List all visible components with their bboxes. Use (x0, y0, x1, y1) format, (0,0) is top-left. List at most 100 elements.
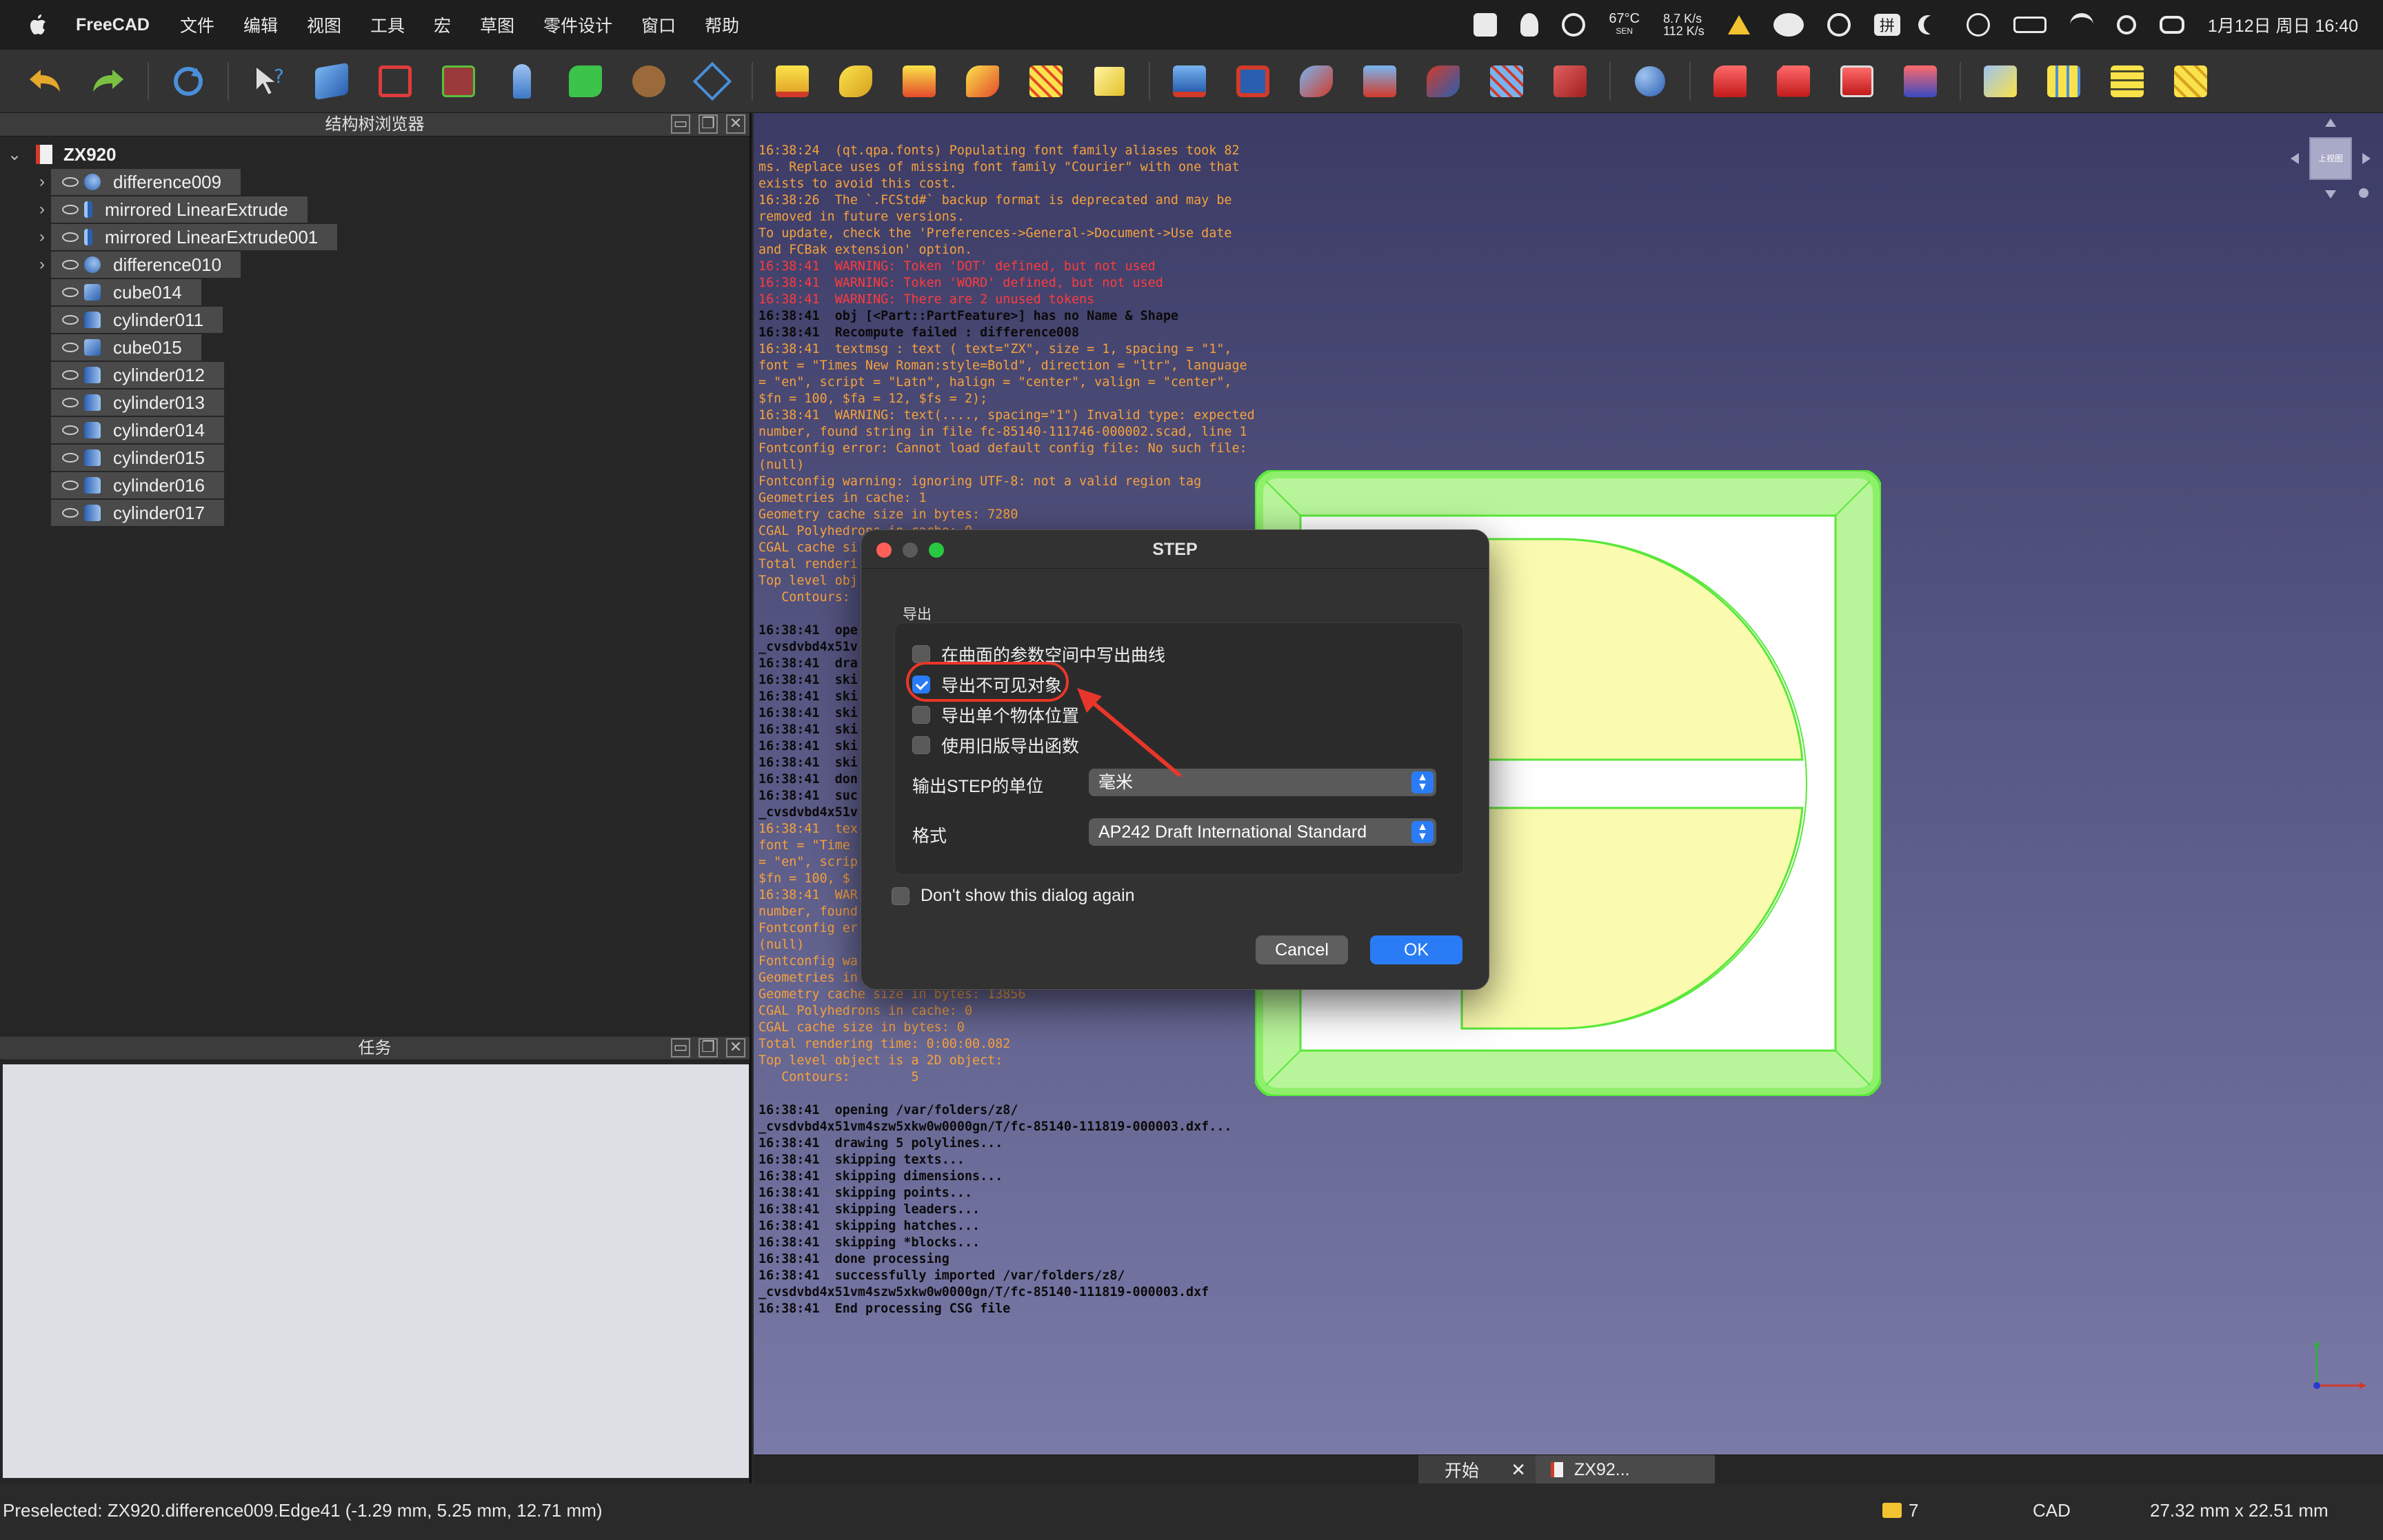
tree-item[interactable]: › mirrored LinearExtrude (0, 196, 308, 223)
pocket-button[interactable] (1165, 57, 1214, 105)
groove-button[interactable] (1292, 57, 1340, 105)
panel-float-button[interactable]: ❐ (698, 114, 718, 134)
close-icon[interactable]: ✕ (1511, 1459, 1526, 1481)
subtractive-primitive-button[interactable] (1546, 57, 1594, 105)
close-window-button[interactable] (876, 543, 892, 558)
eye-icon[interactable] (62, 425, 79, 435)
eye-icon[interactable] (62, 480, 79, 490)
eye-icon[interactable] (62, 232, 79, 242)
panel-close-button[interactable]: ✕ (726, 114, 745, 134)
cpu-temp[interactable]: 67°C SEN (1609, 12, 1640, 37)
navcube-arrow-right-icon[interactable] (2362, 153, 2371, 164)
menu-tools[interactable]: 工具 (370, 12, 405, 37)
hexagon-icon[interactable] (1562, 13, 1586, 37)
polar-pattern-button[interactable] (2103, 57, 2151, 105)
time-machine-icon[interactable] (1966, 13, 1990, 37)
chamfer-button[interactable] (1769, 57, 1818, 105)
eye-icon[interactable] (62, 205, 79, 214)
revolution-button[interactable] (832, 57, 880, 105)
part-button[interactable] (308, 57, 356, 105)
dont-show-again-option[interactable]: Don't show this dialog again (892, 886, 1135, 906)
undo-button[interactable] (21, 57, 69, 105)
eye-icon[interactable] (62, 370, 79, 380)
draft-button[interactable] (1833, 57, 1881, 105)
additive-loft-button[interactable] (895, 57, 943, 105)
tree-item[interactable]: › difference009 (0, 168, 241, 196)
menu-sketch[interactable]: 草图 (480, 12, 514, 37)
additive-helix-button[interactable] (1022, 57, 1070, 105)
tree-item[interactable]: cube015 (0, 334, 201, 361)
group-button[interactable] (371, 57, 419, 105)
person-button[interactable] (498, 57, 546, 105)
navcube-arrow-up-icon[interactable] (2325, 119, 2336, 127)
minimize-window-button[interactable] (903, 543, 918, 558)
tree-item[interactable]: cylinder017 (0, 499, 224, 527)
subtractive-loft-button[interactable] (1356, 57, 1404, 105)
tab-zx920[interactable]: ZX92... (1536, 1455, 1715, 1484)
option-legacy-export[interactable]: 使用旧版导出函数 (912, 733, 1079, 758)
app-menu[interactable]: FreeCAD (76, 15, 150, 35)
puzzle-button[interactable] (561, 57, 610, 105)
link-button[interactable] (434, 57, 483, 105)
boolean-button[interactable] (1626, 57, 1674, 105)
menu-window[interactable]: 窗口 (641, 12, 676, 37)
chevron-right-icon[interactable]: › (33, 227, 51, 247)
tab-start[interactable]: 开始 ✕ (1418, 1455, 1536, 1484)
bell-icon[interactable] (1520, 13, 1539, 37)
refresh-button[interactable] (164, 57, 212, 105)
chat-icon[interactable] (1827, 13, 1851, 37)
input-method[interactable]: 拼 (1873, 14, 1900, 36)
additive-primitive-button[interactable] (1085, 57, 1134, 105)
checkbox[interactable] (912, 736, 930, 754)
linear-pattern-button[interactable] (2040, 57, 2088, 105)
checkbox[interactable] (892, 886, 909, 905)
chevron-right-icon[interactable]: › (33, 255, 51, 274)
wechat-icon[interactable] (1773, 13, 1804, 37)
hole-button[interactable] (1229, 57, 1277, 105)
panel-minimize-button[interactable]: ▭ (671, 114, 690, 134)
cancel-button[interactable]: Cancel (1256, 935, 1348, 964)
ok-button[interactable]: OK (1370, 935, 1462, 964)
battery-icon[interactable] (2013, 17, 2047, 33)
tree-item[interactable]: › mirrored LinearExtrude001 (0, 223, 338, 251)
multi-transform-button[interactable] (2166, 57, 2215, 105)
gnu-button[interactable] (625, 57, 673, 105)
format-select[interactable]: AP242 Draft International Standard ▲ ▼ (1089, 818, 1436, 846)
menu-view[interactable]: 视图 (307, 12, 341, 37)
navcube-arrow-left-icon[interactable] (2291, 153, 2299, 164)
tree-item[interactable]: cylinder015 (0, 444, 224, 472)
subtractive-pipe-button[interactable] (1419, 57, 1467, 105)
navcube-menu-icon[interactable] (2359, 188, 2369, 198)
notification-count[interactable]: 7 (1909, 1500, 1918, 1521)
wifi-icon[interactable] (2069, 13, 2093, 37)
chevron-right-icon[interactable]: › (33, 172, 51, 192)
chevron-down-icon[interactable]: ⌄ (6, 145, 23, 165)
whats-this-button[interactable]: ? (244, 57, 292, 105)
eye-icon[interactable] (62, 287, 79, 297)
chevron-right-icon[interactable]: › (33, 200, 51, 219)
sketch-button[interactable] (688, 57, 736, 105)
zoom-window-button[interactable] (929, 543, 944, 558)
fillet-button[interactable] (1706, 57, 1754, 105)
menu-macro[interactable]: 宏 (434, 12, 451, 37)
tree-item[interactable]: cylinder013 (0, 389, 224, 416)
menu-help[interactable]: 帮助 (705, 12, 739, 37)
checkbox[interactable] (912, 645, 930, 663)
checkbox[interactable] (912, 706, 930, 724)
eye-icon[interactable] (62, 398, 79, 407)
menu-file[interactable]: 文件 (180, 12, 214, 37)
thickness-button[interactable] (1896, 57, 1944, 105)
menu-part-design[interactable]: 零件设计 (543, 12, 612, 37)
datetime[interactable]: 1月12日 周日 16:40 (2208, 12, 2358, 37)
warning-icon[interactable] (1727, 15, 1750, 34)
navigation-style[interactable]: CAD (2033, 1500, 2071, 1521)
eye-icon[interactable] (62, 453, 79, 463)
additive-pipe-button[interactable] (958, 57, 1007, 105)
word-icon[interactable] (1474, 13, 1498, 37)
eye-icon[interactable] (62, 508, 79, 518)
eye-icon[interactable] (62, 177, 79, 187)
menu-edit[interactable]: 编辑 (243, 12, 278, 37)
tree-item[interactable]: cylinder011 (0, 306, 223, 334)
navcube-arrow-down-icon[interactable] (2325, 190, 2336, 199)
tree-item[interactable]: cube014 (0, 278, 201, 306)
